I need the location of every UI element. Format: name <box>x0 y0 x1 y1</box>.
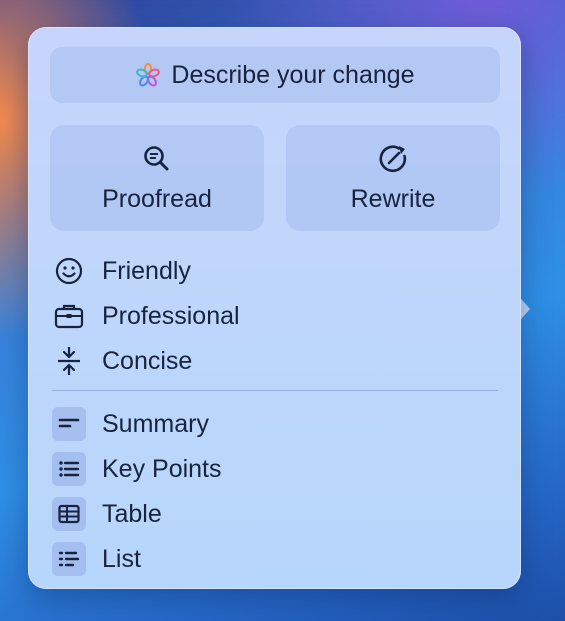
table-icon <box>52 497 86 531</box>
list-icon <box>52 542 86 576</box>
rewrite-button[interactable]: Rewrite <box>286 125 500 231</box>
apple-intelligence-icon <box>135 62 161 88</box>
menu-item-key-points[interactable]: Key Points <box>52 449 472 489</box>
menu-item-concise[interactable]: Concise <box>52 341 472 381</box>
menu-item-label: Friendly <box>102 256 191 285</box>
menu-item-label: Key Points <box>102 454 222 483</box>
smiley-icon <box>52 254 86 288</box>
menu-item-summary[interactable]: Summary <box>52 404 472 444</box>
rewrite-icon <box>377 143 409 175</box>
menu-item-table[interactable]: Table <box>52 494 472 534</box>
menu-item-list[interactable]: List <box>52 539 472 579</box>
proofread-button[interactable]: Proofread <box>50 125 264 231</box>
compress-icon <box>52 344 86 378</box>
menu-divider <box>52 390 498 391</box>
proofread-label: Proofread <box>102 184 212 213</box>
menu-item-label: List <box>102 544 141 573</box>
describe-change-label: Describe your change <box>171 60 415 89</box>
menu-item-professional[interactable]: Professional <box>52 296 472 336</box>
rewrite-label: Rewrite <box>350 184 436 213</box>
menu-item-label: Table <box>102 499 162 528</box>
briefcase-icon <box>52 299 86 333</box>
bulleted-list-icon <box>52 452 86 486</box>
writing-tools-popover: Describe your change Proofread Rewrite F… <box>28 27 521 589</box>
magnifier-check-icon <box>141 143 173 175</box>
menu-item-label: Summary <box>102 409 209 438</box>
describe-change-field[interactable]: Describe your change <box>50 47 500 103</box>
menu-item-label: Concise <box>102 346 193 375</box>
summary-icon <box>52 407 86 441</box>
menu-item-label: Professional <box>102 301 240 330</box>
menu-item-friendly[interactable]: Friendly <box>52 251 472 291</box>
